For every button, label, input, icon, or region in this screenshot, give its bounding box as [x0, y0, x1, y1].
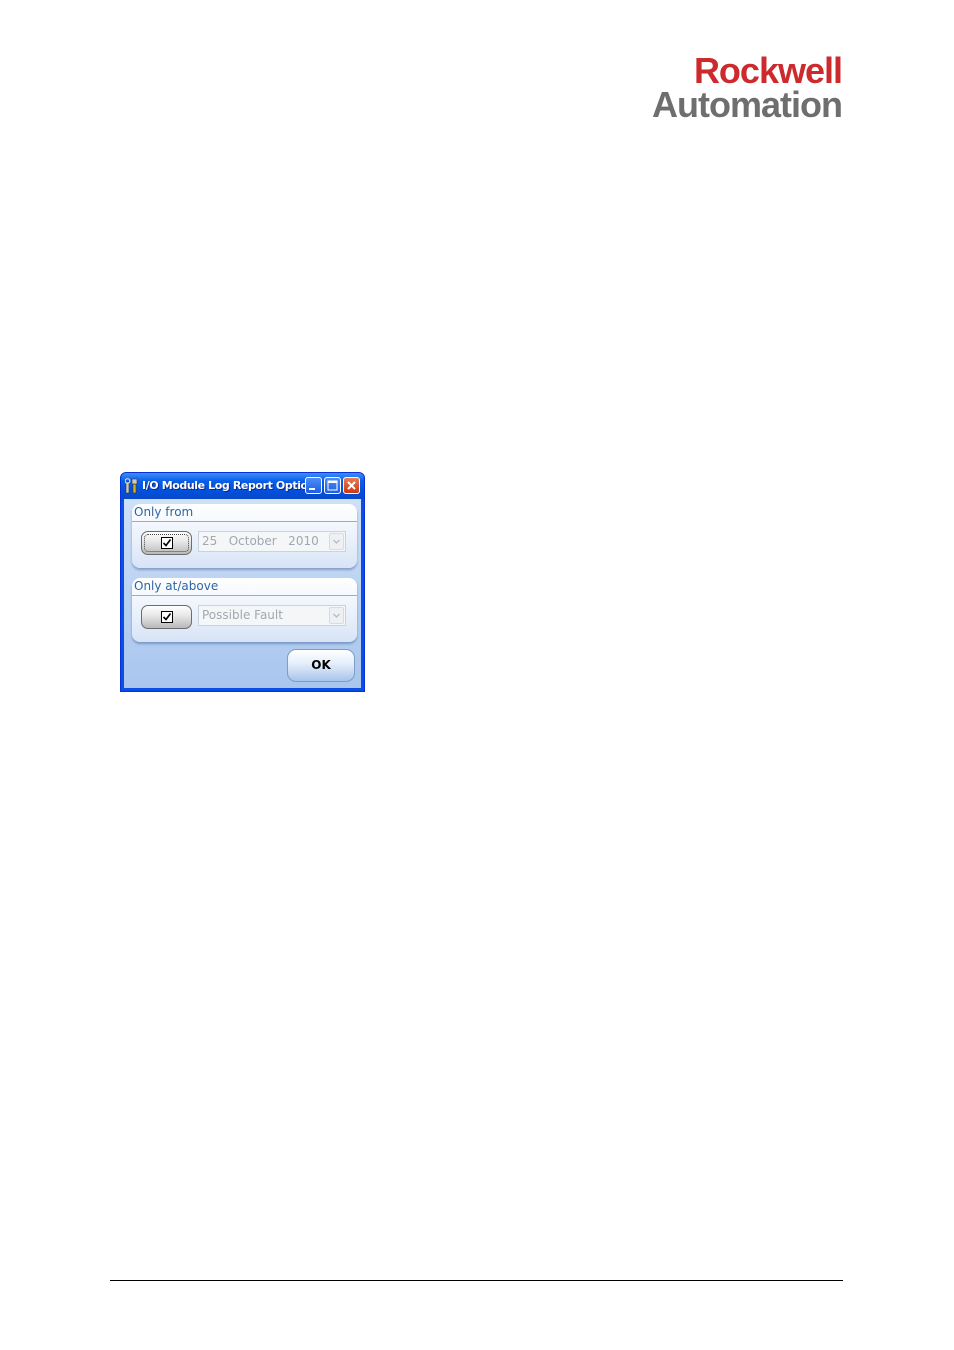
logo-text-rockwell: Rockwell [693, 50, 843, 91]
only-from-group: Only from 25 October 2010 [132, 504, 357, 568]
log-report-options-dialog: I/O Module Log Report Options Only from [120, 472, 365, 692]
checkbox[interactable] [161, 611, 173, 623]
severity-combo-dropdown-button[interactable] [329, 607, 344, 624]
group-divider [132, 595, 357, 596]
group-divider [132, 521, 357, 522]
checkbox[interactable] [161, 537, 173, 549]
chevron-down-icon [333, 613, 340, 618]
date-combo-dropdown-button[interactable] [329, 533, 344, 550]
minimize-icon [309, 488, 315, 490]
checkmark-icon [162, 613, 172, 621]
only-at-above-group: Only at/above Possible Fault [132, 578, 357, 642]
close-button[interactable] [343, 477, 360, 494]
checkmark-icon [162, 539, 172, 547]
tools-icon [125, 478, 138, 494]
date-combo[interactable]: 25 October 2010 [198, 531, 346, 552]
only-at-above-toggle-button[interactable] [141, 605, 192, 629]
logo-text-automation: Automation [652, 84, 843, 125]
minimize-button[interactable] [305, 477, 322, 494]
chevron-down-icon [333, 539, 340, 544]
only-from-toggle-button[interactable] [141, 531, 192, 555]
close-icon [347, 481, 356, 490]
only-from-label: Only from [134, 505, 194, 519]
dialog-title: I/O Module Log Report Options [142, 479, 322, 492]
date-combo-value: 25 October 2010 [202, 534, 319, 548]
title-bar[interactable]: I/O Module Log Report Options [121, 473, 364, 499]
maximize-button[interactable] [324, 477, 341, 494]
rockwell-automation-logo: Rockwell Automation [652, 50, 843, 125]
severity-combo-value: Possible Fault [202, 608, 283, 622]
dialog-client-area: Only from 25 October 2010 Only at/above … [124, 499, 361, 688]
ok-button[interactable]: OK [287, 649, 355, 682]
only-at-above-label: Only at/above [134, 579, 219, 593]
severity-combo[interactable]: Possible Fault [198, 605, 346, 626]
maximize-icon [327, 480, 338, 491]
footer-divider [110, 1280, 843, 1281]
